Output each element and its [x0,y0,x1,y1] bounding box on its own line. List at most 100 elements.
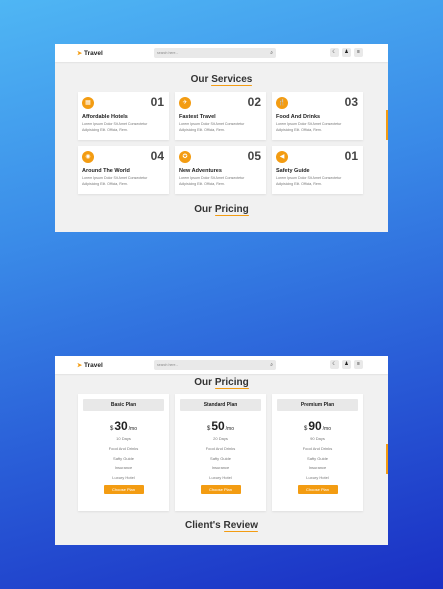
service-number: 04 [150,149,164,163]
service-title: New Adventures [179,168,222,174]
review-heading-highlight: Review [223,520,258,531]
service-description: Lorem Ipsum Dolor Sit Amet Consectetur A… [179,122,245,132]
service-card[interactable]: ◀ 01 Safety Guide Lorem Ipsum Dolor Sit … [272,146,363,194]
plan-card: Basic Plan $ 30 /mo 10 Days Food And Dri… [78,394,169,511]
scroll-indicator[interactable] [386,110,388,140]
navbar: ➤ Travel search here... ⌕ ☾ ♟ ≡ [55,356,388,374]
choose-plan-button[interactable]: Choose Plan [297,485,338,495]
logo[interactable]: ➤ Travel [77,50,103,57]
service-number: 02 [247,95,261,109]
plan-feature: 10 Days [116,436,131,441]
pricing-heading-highlight: Pricing [214,377,249,388]
plan-feature: 20 Days [213,436,228,441]
paper-plane-icon: ➤ [77,362,83,369]
plan-feature: Food And Drinks [108,445,139,451]
pricing-heading-plain: Our [194,377,215,388]
pricing-heading-highlight: Pricing [214,204,249,215]
service-number: 03 [344,95,358,109]
plan-period: /mo [225,426,235,432]
services-heading-plain: Our [190,74,212,85]
service-description: Lorem Ipsum Dolor Sit Amet Consectetur A… [276,176,342,186]
plan-features: 10 Days Food And Drinks Safty Guide Insu… [109,437,139,480]
service-card[interactable]: ◉ 04 Around The World Lorem Ipsum Dolor … [78,146,169,194]
service-card[interactable]: ✈ 02 Fastest Travel Lorem Ipsum Dolor Si… [175,92,266,140]
plan-price: $ 50 /mo [207,419,234,433]
search-input[interactable]: search here... ⌕ [154,360,276,370]
plan-features: 20 Days Food And Drinks Safty Guide Insu… [206,437,236,480]
plan-amount: 30 [114,419,128,433]
service-description: Lorem Ipsum Dolor Sit Amet Consectetur A… [276,122,342,132]
service-description: Lorem Ipsum Dolor Sit Amet Consectetur A… [82,176,148,186]
service-number: 05 [247,149,261,163]
plan-feature: Food And Drinks [205,445,236,451]
nav-icons: ☾ ♟ ≡ [330,360,363,369]
review-heading: Client's Review [55,520,388,531]
plan-feature: Safty Guide [113,455,134,461]
plan-feature: Luxury Hotel [306,475,329,481]
service-number: 01 [344,149,358,163]
paper-plane-icon: ➤ [77,50,83,57]
pricing-heading-plain: Our [194,204,215,215]
moon-icon[interactable]: ☾ [330,360,339,369]
plan-feature: Insurance [308,465,327,471]
plan-feature: Safty Guide [307,455,328,461]
plan-feature: 90 Days [310,436,325,441]
service-title: Food And Drinks [276,114,321,120]
services-screen: ➤ Travel search here... ⌕ ☾ ♟ ≡ Our Serv… [55,44,388,232]
brand-name: Travel [84,361,103,369]
menu-icon[interactable]: ≡ [354,48,363,57]
plan-currency: $ [109,426,114,432]
plane-icon: ✈ [179,97,191,109]
plan-price: $ 90 /mo [304,419,331,433]
scroll-indicator[interactable] [386,444,388,474]
plan-feature: Safty Guide [210,455,231,461]
service-card[interactable]: ✪ 05 New Adventures Lorem Ipsum Dolor Si… [175,146,266,194]
pricing-plans: Basic Plan $ 30 /mo 10 Days Food And Dri… [78,394,388,511]
plan-feature: Luxury Hotel [112,475,135,481]
search-placeholder: search here... [157,363,179,367]
service-cards: ▦ 01 Affordable Hotels Lorem Ipsum Dolor… [78,92,388,194]
plan-period: /mo [322,426,332,432]
service-description: Lorem Ipsum Dolor Sit Amet Consectetur A… [179,176,245,186]
service-card[interactable]: 🍴 03 Food And Drinks Lorem Ipsum Dolor S… [272,92,363,140]
service-card[interactable]: ▦ 01 Affordable Hotels Lorem Ipsum Dolor… [78,92,169,140]
search-placeholder: search here... [157,51,179,55]
plan-features: 90 Days Food And Drinks Safty Guide Insu… [303,437,333,480]
navbar: ➤ Travel search here... ⌕ ☾ ♟ ≡ [55,44,388,62]
service-title: Affordable Hotels [82,114,128,120]
plan-card: Premium Plan $ 90 /mo 90 Days Food And D… [272,394,363,511]
plan-period: /mo [128,426,138,432]
plan-name: Standard Plan [180,399,261,411]
plan-price: $ 30 /mo [110,419,137,433]
hiking-icon: ✪ [179,151,191,163]
moon-icon[interactable]: ☾ [330,48,339,57]
user-icon[interactable]: ♟ [342,360,351,369]
user-icon[interactable]: ♟ [342,48,351,57]
plan-feature: Insurance [211,465,230,471]
utensils-icon: 🍴 [276,97,288,109]
search-input[interactable]: search here... ⌕ [154,48,276,58]
plan-feature: Food And Drinks [302,445,333,451]
service-description: Lorem Ipsum Dolor Sit Amet Consectetur A… [82,122,148,132]
plan-currency: $ [206,426,211,432]
service-title: Safety Guide [276,168,310,174]
plan-currency: $ [303,426,308,432]
choose-plan-button[interactable]: Choose Plan [103,485,144,495]
pricing-heading: Our Pricing [55,204,388,215]
plan-feature: Insurance [114,465,133,471]
hotel-icon: ▦ [82,97,94,109]
search-icon[interactable]: ⌕ [270,50,273,56]
plan-card: Standard Plan $ 50 /mo 20 Days Food And … [175,394,266,511]
plan-amount: 50 [211,419,225,433]
search-icon[interactable]: ⌕ [270,362,273,368]
nav-icons: ☾ ♟ ≡ [330,48,363,57]
pricing-screen: ➤ Travel search here... ⌕ ☾ ♟ ≡ Our Pric… [55,356,388,545]
plan-name: Premium Plan [277,399,358,411]
services-heading-highlight: Services [211,74,253,85]
brand-name: Travel [84,49,103,57]
menu-icon[interactable]: ≡ [354,360,363,369]
logo[interactable]: ➤ Travel [77,362,103,369]
plan-feature: Luxury Hotel [209,475,232,481]
plan-name: Basic Plan [83,399,164,411]
choose-plan-button[interactable]: Choose Plan [200,485,241,495]
